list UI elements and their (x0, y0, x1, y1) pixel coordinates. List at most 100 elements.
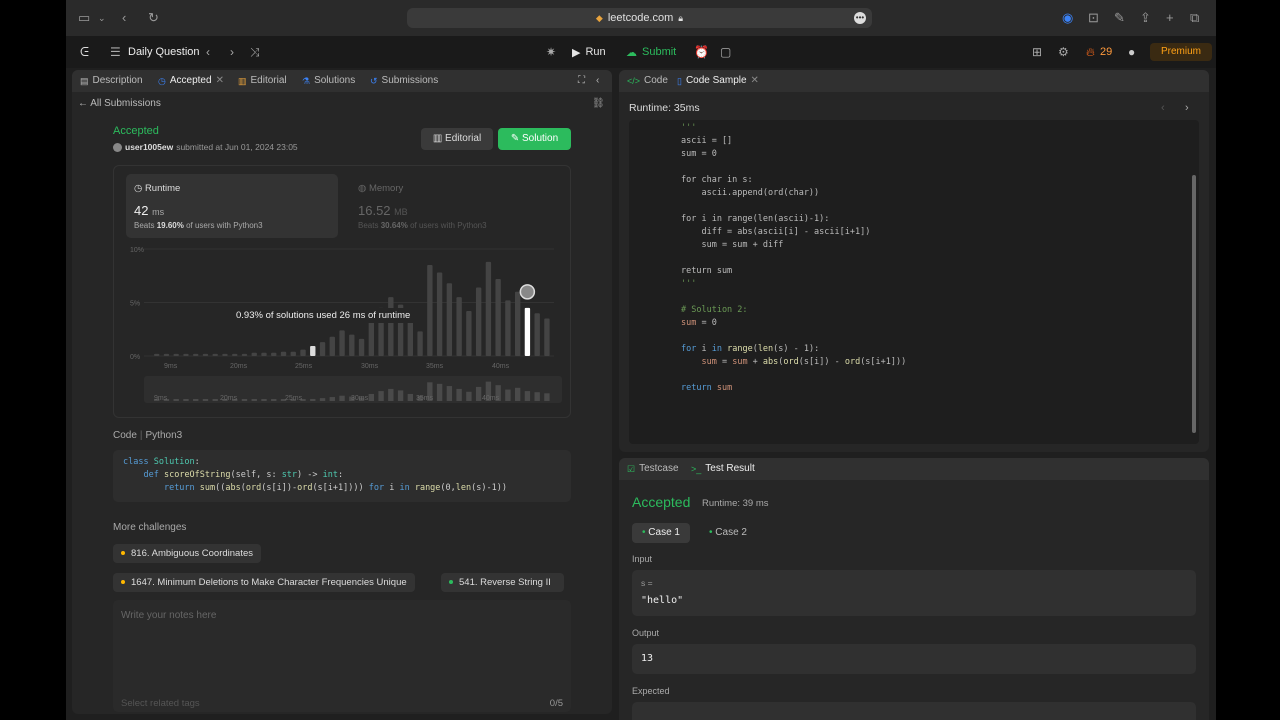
play-icon: ▶ (572, 46, 581, 59)
close-icon[interactable]: ✕ (216, 74, 224, 88)
run-button[interactable]: ▶ Run (572, 43, 606, 61)
overview-tick-label: 9ms (154, 395, 168, 402)
tags-count: 0/5 (549, 698, 563, 709)
scrollbar[interactable] (1192, 175, 1196, 433)
reload-icon[interactable]: ↻ (148, 10, 159, 26)
tab-submissions[interactable]: ↺ Submissions (370, 74, 438, 88)
chevron-down-icon[interactable]: ⌄ (98, 10, 106, 26)
sidebar-toggle-icon[interactable]: ▭ (78, 10, 90, 26)
extension-icon[interactable]: ◉ (1062, 10, 1073, 26)
tabs-overview-icon[interactable]: ⧉ (1190, 10, 1199, 26)
chart-bar (280, 351, 287, 356)
challenge-chip[interactable]: 1647. Minimum Deletions to Make Characte… (113, 573, 415, 592)
tab-accepted[interactable]: ◷ Accepted ✕ (158, 74, 224, 88)
input-box[interactable]: s = "hello" (632, 570, 1196, 616)
overview-tick-label: 25ms (285, 395, 303, 402)
challenge-chip[interactable]: 816. Ambiguous Coordinates (113, 544, 261, 563)
share-icon[interactable]: ⇪ (1140, 10, 1151, 26)
tab-editorial[interactable]: ▥ Editorial (238, 74, 287, 88)
overview-bar (339, 395, 345, 401)
new-tab-icon[interactable]: + (1166, 10, 1174, 26)
expand-icon[interactable]: ⛶ (578, 74, 585, 88)
tab-testcase[interactable]: ☑ Testcase (627, 462, 679, 476)
more-challenges-heading: More challenges (113, 522, 187, 533)
upload-icon: ☁ (626, 46, 637, 59)
memory-box[interactable]: ◍ Memory 16.52 MB Beats 30.64% of users … (350, 174, 562, 238)
left-tabs: ▤ Description ◷ Accepted ✕ ▥ Editorial ⚗ Solu… (72, 70, 612, 92)
output-box[interactable]: 13 (632, 644, 1196, 674)
extension2-icon[interactable]: ⊡ (1088, 10, 1099, 26)
debug-icon[interactable]: ✷ (546, 44, 556, 60)
tab-label: Submissions (381, 75, 439, 86)
problem-list-title[interactable]: Daily Question (128, 44, 200, 60)
tab-description[interactable]: ▤ Description (80, 74, 143, 88)
lock-icon: 🔒︎ (678, 12, 684, 23)
more-icon[interactable]: ••• (854, 12, 866, 24)
expected-box[interactable] (632, 702, 1196, 720)
overview-tick-label: 35ms (416, 395, 434, 402)
chip-icon: ◍ (358, 183, 367, 194)
list-icon[interactable]: ☰ (110, 44, 121, 60)
solution-button[interactable]: ✎ Solution (498, 128, 571, 150)
overview-bar (212, 399, 218, 401)
result-status: Accepted (113, 125, 159, 137)
overview-bar (534, 392, 540, 401)
memory-beats: Beats 30.64% of users with Python3 (358, 221, 487, 230)
chart-bar (534, 313, 540, 356)
streak-count[interactable]: 29 (1100, 44, 1112, 60)
prev-problem-icon[interactable]: ‹ (206, 44, 210, 60)
close-icon[interactable]: ✕ (751, 74, 759, 88)
submit-label: Submit (642, 46, 677, 58)
sample-code[interactable]: ''' ascii = [] sum = 0 for char in s: as… (629, 120, 1199, 444)
back-icon[interactable]: ‹ (122, 10, 126, 26)
avatar[interactable]: ● (1128, 44, 1135, 60)
code-sample-panel: </> Code ▯ Code Sample ✕ Runtime: 35ms ‹ › … (619, 70, 1209, 452)
runtime-distribution-chart[interactable]: 10% 5% 0% 9ms 20ms 25ms 30ms 35ms 40ms 9ms 20ms 25m… (114, 241, 572, 416)
challenge-chip[interactable]: 541. Reverse String II (441, 573, 564, 592)
solution-label: Solution (522, 133, 559, 144)
submit-button[interactable]: ☁ Submit (626, 43, 676, 61)
username[interactable]: user1005ew (125, 142, 173, 152)
timer-icon[interactable]: ⏰ (694, 44, 709, 60)
layout-icon[interactable]: ⊞ (1032, 44, 1042, 60)
overview-bar (319, 398, 326, 401)
prev-sample-icon[interactable]: ‹ (1161, 102, 1165, 114)
case-2-tab[interactable]: • Case 2 (699, 523, 757, 543)
shuffle-icon[interactable]: ⤨ (250, 44, 260, 60)
performance-card: ◷ Runtime 42 ms Beats 19.60% of users wi… (113, 165, 571, 418)
overview-bar (397, 390, 404, 401)
runtime-box[interactable]: ◷ Runtime 42 ms Beats 19.60% of users wi… (126, 174, 338, 238)
gear-icon[interactable]: ⚙ (1058, 44, 1069, 60)
user-avatar (113, 142, 122, 152)
submitted-code[interactable]: class Solution: def scoreOfString(self, … (113, 450, 571, 502)
extension3-icon[interactable]: ✎ (1114, 10, 1125, 26)
link-icon[interactable]: ⛓ (592, 98, 605, 109)
leetcode-logo-icon[interactable]: ᕮ (80, 44, 89, 60)
terminal-icon: >_ (691, 464, 702, 474)
next-problem-icon[interactable]: › (230, 44, 234, 60)
chart-bar (251, 352, 257, 356)
case-label: Case 1 (648, 527, 680, 538)
address-bar[interactable]: ◆ leetcode.com 🔒︎ ••• (407, 8, 872, 28)
editorial-button[interactable]: ▥ Editorial (421, 128, 493, 150)
medium-dot-icon (121, 580, 125, 585)
note-icon[interactable]: ▢ (720, 44, 731, 60)
collapse-icon[interactable]: ‹ (596, 74, 599, 88)
beats-value: 30.64% (380, 221, 408, 230)
tags-select[interactable]: Select related tags (121, 698, 200, 709)
challenge-title: 816. Ambiguous Coordinates (131, 548, 253, 559)
tab-code[interactable]: </> Code (627, 74, 668, 88)
notes-area[interactable]: Write your notes here Select related tag… (113, 600, 571, 712)
overview-bar (456, 388, 462, 401)
memory-heading: ◍ Memory (358, 183, 403, 194)
chart-bar (456, 297, 462, 356)
all-submissions-link[interactable]: ← All Submissions (78, 98, 161, 109)
premium-button[interactable]: Premium (1150, 43, 1212, 61)
tab-code-sample[interactable]: ▯ Code Sample ✕ (677, 74, 759, 88)
tab-test-result[interactable]: >_ Test Result (691, 462, 755, 476)
x-tick-label: 30ms (361, 363, 379, 370)
next-sample-icon[interactable]: › (1185, 102, 1189, 114)
tab-solutions[interactable]: ⚗ Solutions (302, 74, 355, 88)
case-1-tab[interactable]: • Case 1 (632, 523, 690, 543)
input-key: s = (641, 578, 653, 588)
